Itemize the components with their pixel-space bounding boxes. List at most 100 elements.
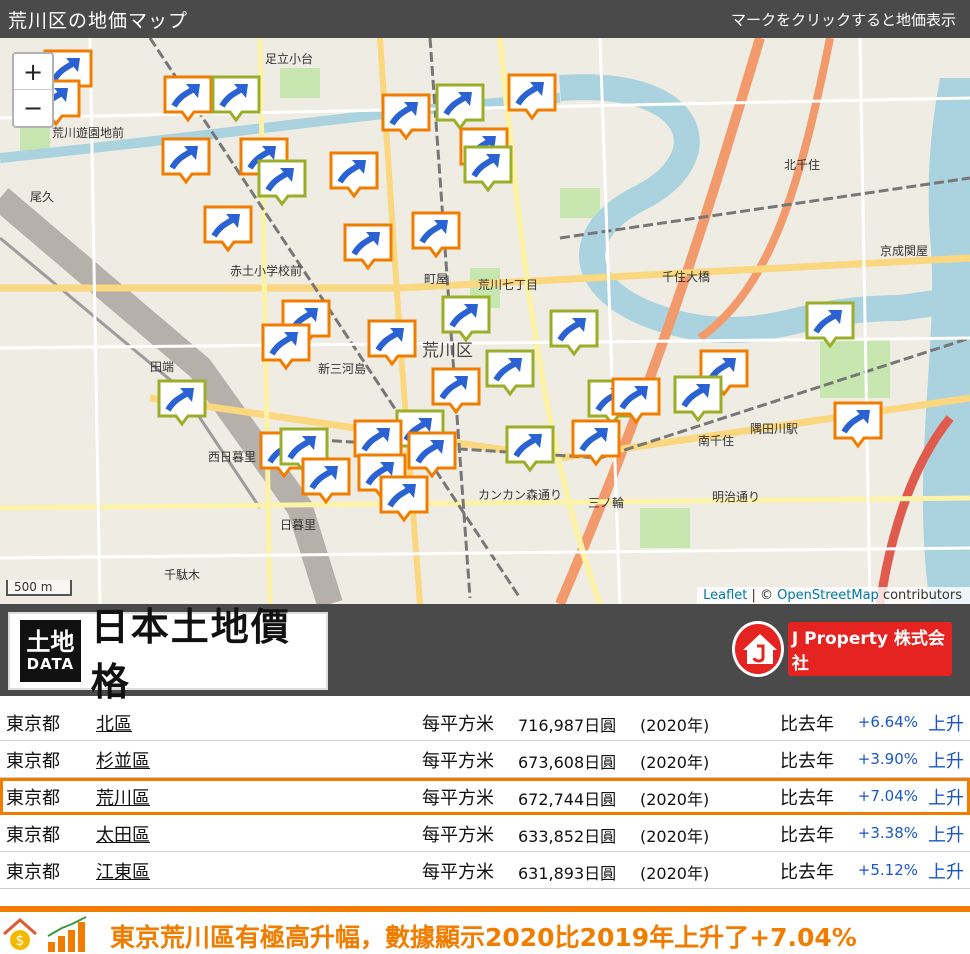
- map-label: カンカン森通り: [478, 488, 563, 502]
- trend-up-arrow-icon: [211, 75, 261, 123]
- change-direction: 上升: [928, 788, 964, 809]
- price-marker[interactable]: [804, 300, 856, 350]
- trend-up-arrow-icon: [257, 159, 307, 207]
- trend-up-arrow-icon: [367, 319, 417, 367]
- company-name: J Property 株式会社: [787, 622, 952, 676]
- price-marker[interactable]: [342, 222, 394, 272]
- trend-up-arrow-icon: [381, 93, 431, 141]
- unit-cell: 每平方米: [422, 825, 494, 846]
- prefecture-cell: 東京都: [6, 714, 60, 735]
- compare-cell: 比去年: [780, 825, 834, 846]
- logo-text: 日本土地價格: [90, 605, 291, 704]
- ward-link[interactable]: 太田區: [96, 821, 150, 847]
- price-marker[interactable]: [570, 418, 622, 468]
- price-cell: 716,987日圓: [518, 716, 617, 735]
- growth-chart-icon: [47, 916, 87, 952]
- map-label: 南千住: [698, 434, 735, 448]
- logo-kanji: 土地: [26, 628, 75, 656]
- change-direction: 上升: [928, 862, 964, 883]
- price-cell: 673,608日圓: [518, 753, 617, 772]
- trend-up-arrow-icon: [435, 83, 485, 131]
- price-marker[interactable]: [548, 308, 600, 358]
- year-cell: (2020年): [640, 827, 710, 846]
- compare-cell: 比去年: [780, 751, 834, 772]
- trend-up-arrow-icon: [161, 137, 211, 185]
- price-marker[interactable]: [406, 430, 458, 480]
- trend-up-arrow-icon: [163, 75, 213, 123]
- price-marker[interactable]: [832, 400, 884, 450]
- scale-bar: 500 m: [6, 580, 72, 596]
- trend-up-arrow-icon: [157, 379, 207, 427]
- change-direction: 上升: [928, 751, 964, 772]
- unit-cell: 每平方米: [422, 788, 494, 809]
- trend-up-arrow-icon: [571, 419, 621, 467]
- price-marker[interactable]: [260, 322, 312, 372]
- trend-up-arrow-icon: [411, 211, 461, 259]
- price-marker[interactable]: [504, 424, 556, 474]
- trend-up-arrow-icon: [549, 309, 599, 357]
- change-percent: +3.38%: [857, 824, 918, 842]
- price-marker[interactable]: [440, 294, 492, 344]
- land-data-logo: 土地 DATA 日本土地價格: [8, 605, 328, 704]
- trend-up-arrow-icon: [343, 223, 393, 271]
- summary-message: 東京荒川區有極高升幅，數據顯示2020比2019年上升了+7.04%: [110, 923, 857, 952]
- price-marker[interactable]: [434, 82, 486, 132]
- map-attribution: Leaflet | © OpenStreetMap contributors: [697, 587, 970, 604]
- map-label: 隅田川駅: [750, 422, 799, 436]
- logo-data: DATA: [26, 655, 75, 673]
- price-marker[interactable]: [160, 136, 212, 186]
- trend-up-arrow-icon: [301, 457, 351, 505]
- compare-cell: 比去年: [780, 714, 834, 735]
- price-marker[interactable]: [506, 72, 558, 122]
- map-label: 町屋: [424, 272, 449, 286]
- ward-link[interactable]: 江東區: [96, 858, 150, 884]
- table-row: 東京都 太田區 每平方米 633,852日圓 (2020年) 比去年 +3.38…: [0, 815, 970, 852]
- change-direction: 上升: [928, 825, 964, 846]
- price-cell: 672,744日圓: [518, 790, 617, 809]
- table-row: 東京都 江東區 每平方米 631,893日圓 (2020年) 比去年 +5.12…: [0, 852, 970, 889]
- company-logo: J Property 株式会社: [732, 618, 952, 680]
- trend-up-arrow-icon: [485, 349, 535, 397]
- price-marker[interactable]: [300, 456, 352, 506]
- ward-link[interactable]: 荒川區: [96, 784, 150, 810]
- price-marker[interactable]: [202, 204, 254, 254]
- price-marker[interactable]: [484, 348, 536, 398]
- trend-up-arrow-icon: [407, 431, 457, 479]
- price-marker[interactable]: [672, 374, 724, 424]
- price-marker[interactable]: [462, 144, 514, 194]
- prefecture-cell: 東京都: [6, 751, 60, 772]
- price-marker[interactable]: [162, 74, 214, 124]
- map-canvas[interactable]: + − 足立小台 荒川遊園地前 北千住 尾久 赤土小学校前 町屋 荒川七丁目 千…: [0, 38, 970, 604]
- map-label: 三ノ輪: [588, 496, 625, 510]
- map-header: 荒川区の地価マップ マークをクリックすると地価表示: [0, 0, 970, 38]
- zoom-out-button[interactable]: −: [14, 90, 52, 126]
- trend-up-arrow-icon: [805, 301, 855, 349]
- price-marker[interactable]: [410, 210, 462, 260]
- map-hint: マークをクリックすると地価表示: [730, 10, 956, 29]
- trend-up-arrow-icon: [463, 145, 513, 193]
- price-marker[interactable]: [378, 474, 430, 524]
- leaflet-link[interactable]: Leaflet: [703, 588, 747, 603]
- ward-link[interactable]: 杉並區: [96, 747, 150, 773]
- year-cell: (2020年): [640, 716, 710, 735]
- price-cell: 633,852日圓: [518, 827, 617, 846]
- compare-cell: 比去年: [780, 788, 834, 809]
- trend-up-arrow-icon: [833, 401, 883, 449]
- price-marker[interactable]: [256, 158, 308, 208]
- map-label: 尾久: [30, 190, 55, 204]
- price-marker[interactable]: [380, 92, 432, 142]
- price-marker[interactable]: [156, 378, 208, 428]
- price-marker[interactable]: [210, 74, 262, 124]
- price-marker[interactable]: [328, 150, 380, 200]
- zoom-in-button[interactable]: +: [14, 54, 52, 90]
- prefecture-cell: 東京都: [6, 825, 60, 846]
- unit-cell: 每平方米: [422, 862, 494, 883]
- trend-up-arrow-icon: [505, 425, 555, 473]
- ward-link[interactable]: 北區: [96, 710, 132, 736]
- prefecture-cell: 東京都: [6, 862, 60, 883]
- trend-up-arrow-icon: [441, 295, 491, 343]
- osm-link[interactable]: OpenStreetMap: [777, 588, 879, 603]
- change-percent: +3.90%: [857, 750, 918, 768]
- change-percent: +5.12%: [857, 861, 918, 879]
- price-marker[interactable]: [366, 318, 418, 368]
